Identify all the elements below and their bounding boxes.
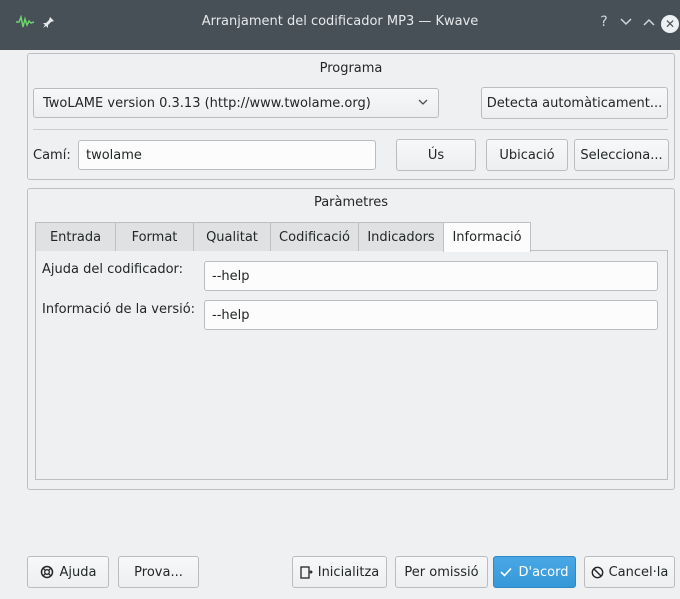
tab-indicadors[interactable]: Indicadors xyxy=(358,222,444,251)
ok-button-label: D'acord xyxy=(518,564,569,580)
tab-label: Codificació xyxy=(279,229,350,245)
tab-label: Entrada xyxy=(49,229,102,245)
chevron-down-icon xyxy=(418,96,428,109)
chevron-down-icon xyxy=(620,18,632,26)
defaults-button[interactable]: Per omissió xyxy=(395,556,488,588)
programa-group-title: Programa xyxy=(319,61,383,76)
tab-qualitat[interactable]: Qualitat xyxy=(193,222,271,251)
detect-automatically-button[interactable]: Detecta automàticament... xyxy=(481,87,668,119)
encoder-select-value: TwoLAME version 0.3.13 (http://www.twola… xyxy=(43,95,371,111)
version-info-label: Informació de la versió: xyxy=(42,302,196,317)
reset-button[interactable]: Inicialitza xyxy=(292,556,387,588)
use-button[interactable]: Ús xyxy=(396,139,476,171)
maximize-button[interactable] xyxy=(638,11,660,33)
cancel-button-label: Cancel·la xyxy=(608,564,669,580)
location-button[interactable]: Ubicació xyxy=(486,139,568,171)
encoder-select[interactable]: TwoLAME version 0.3.13 (http://www.twola… xyxy=(33,88,439,118)
path-label: Camí: xyxy=(33,148,71,163)
cancel-icon xyxy=(591,566,604,578)
path-input[interactable]: twolame xyxy=(78,140,376,170)
tab-label: Indicadors xyxy=(367,229,435,245)
tab-label: Informació xyxy=(452,230,522,245)
ok-button[interactable]: D'acord xyxy=(493,556,576,588)
tab-codificacio[interactable]: Codificació xyxy=(270,222,359,251)
tab-entrada[interactable]: Entrada xyxy=(35,222,116,251)
parametres-group-title: Paràmetres xyxy=(313,195,389,210)
encoder-help-input[interactable]: --help xyxy=(204,261,658,291)
tab-informacio[interactable]: Informació xyxy=(443,222,531,252)
window-title: Arranjament del codificador MP3 — Kwave xyxy=(201,14,479,29)
encoder-help-label: Ajuda del codificador: xyxy=(42,262,184,277)
lifebuoy-icon xyxy=(40,565,53,579)
version-info-input[interactable]: --help xyxy=(204,300,658,330)
tab-format[interactable]: Format xyxy=(115,222,194,251)
close-button[interactable]: ✕ xyxy=(661,15,679,33)
help-button[interactable]: Ajuda xyxy=(27,556,109,588)
test-button[interactable]: Prova... xyxy=(118,556,199,588)
help-window-button[interactable]: ? xyxy=(593,11,615,33)
parameter-tabs: Entrada Format Qualitat Codificació Indi… xyxy=(35,222,531,252)
select-button[interactable]: Selecciona... xyxy=(574,139,669,171)
check-icon xyxy=(500,567,513,577)
programa-separator xyxy=(33,129,668,130)
help-button-label: Ajuda xyxy=(59,564,97,580)
tab-label: Qualitat xyxy=(206,229,258,245)
tab-label: Format xyxy=(131,229,178,245)
minimize-button[interactable] xyxy=(615,11,637,33)
reset-icon xyxy=(300,565,313,579)
reset-button-label: Inicialitza xyxy=(317,564,380,580)
title-bar: Arranjament del codificador MP3 — Kwave … xyxy=(0,0,680,50)
cancel-button[interactable]: Cancel·la xyxy=(584,556,675,588)
chevron-up-icon xyxy=(643,18,655,26)
